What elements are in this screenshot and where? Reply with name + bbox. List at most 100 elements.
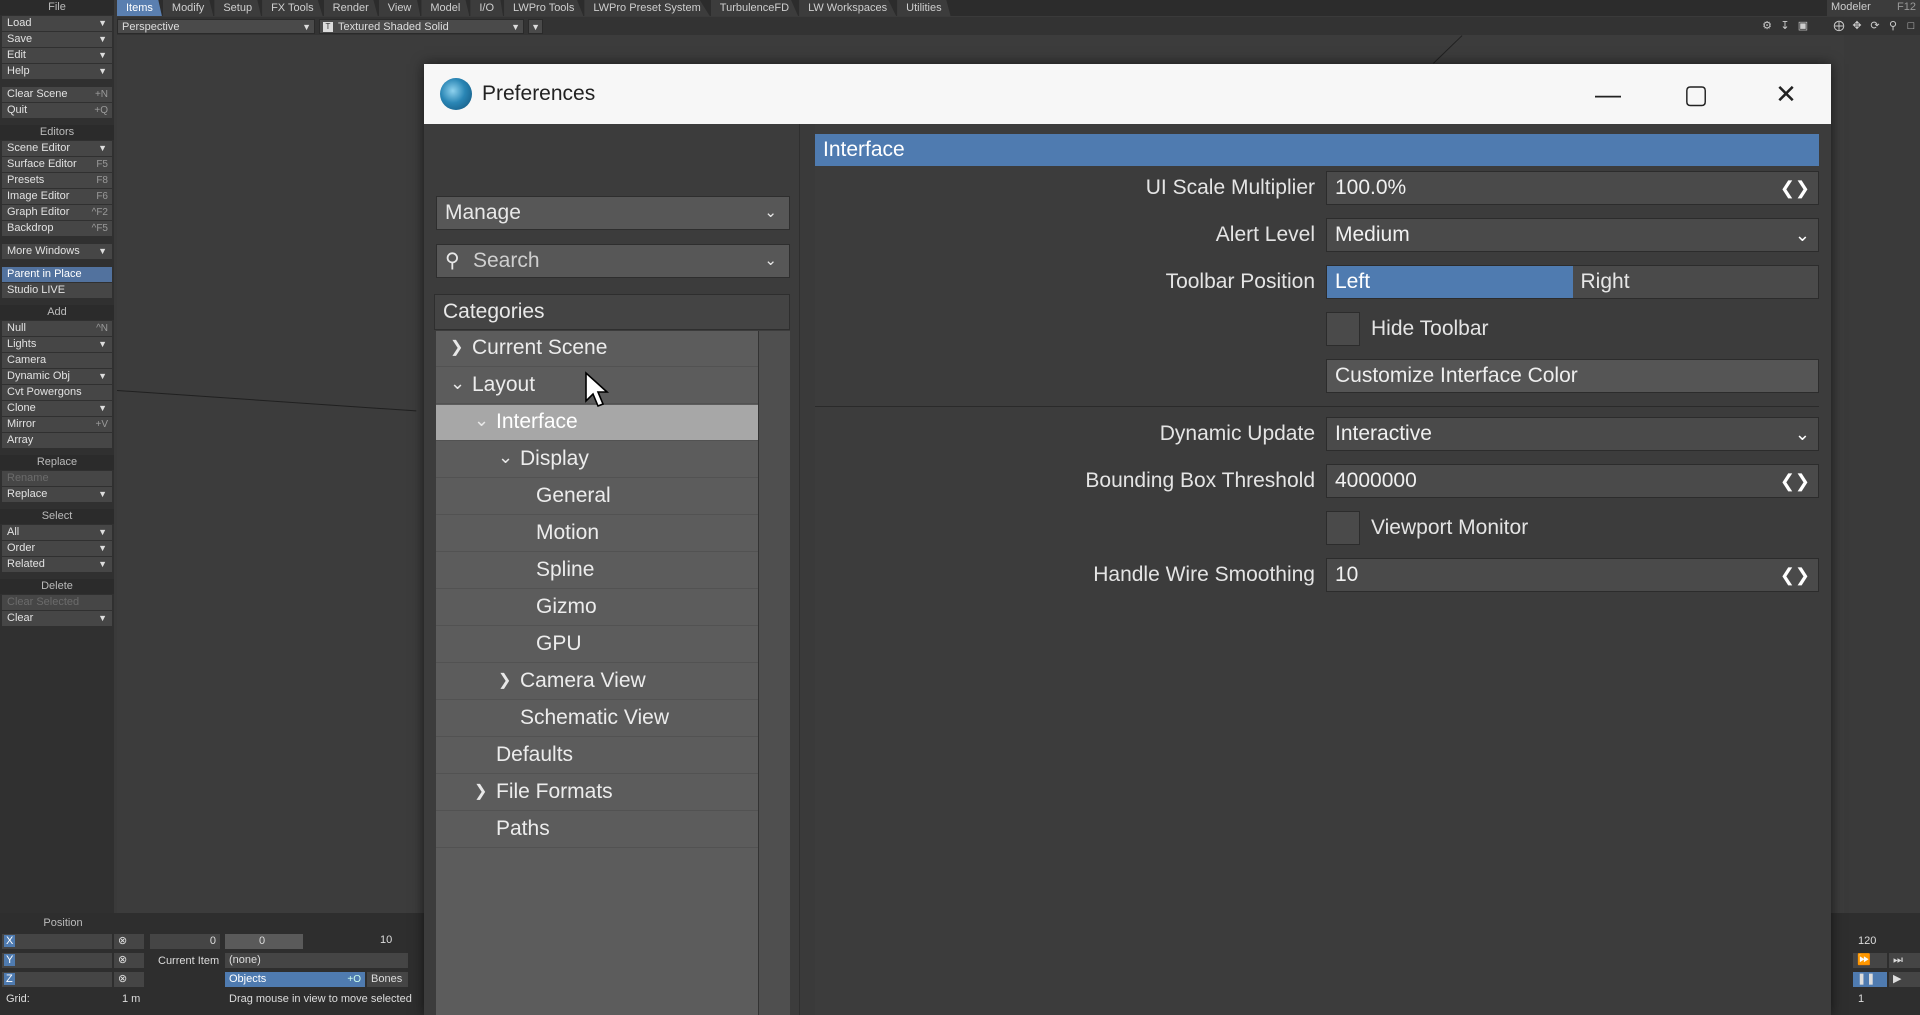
handle-wire-field[interactable]: 10 ❮❯ (1326, 558, 1819, 592)
save-button[interactable]: Save ▼ (2, 32, 112, 47)
z-reset-icon[interactable]: ⊗ (114, 972, 144, 987)
play-icon[interactable]: ▶ (1889, 972, 1920, 987)
clear-button[interactable]: Clear ▼ (2, 611, 112, 626)
minimize-icon[interactable]: — (1586, 74, 1630, 114)
alert-level-select[interactable]: Medium ⌄ (1326, 218, 1819, 252)
maximize-icon[interactable]: ▢ (1674, 74, 1718, 114)
dialog-titlebar[interactable]: Preferences — ▢ ✕ (424, 64, 1831, 124)
customize-color-button[interactable]: Customize Interface Color (1326, 359, 1819, 393)
tree-item-current-scene[interactable]: ❯ Current Scene (436, 331, 758, 367)
modeler-button[interactable]: Modeler F12 (1827, 0, 1920, 16)
dynamic-obj-button[interactable]: Dynamic Obj ▼ (2, 369, 112, 384)
tree-item-gizmo[interactable]: Gizmo (436, 590, 758, 626)
surface-editor-button[interactable]: Surface Editor F5 (2, 157, 112, 172)
tab-view[interactable]: View (378, 0, 421, 16)
tree-item-gpu[interactable]: GPU (436, 627, 758, 663)
load-button[interactable]: Load ▼ (2, 16, 112, 31)
image-editor-button[interactable]: Image Editor F6 (2, 189, 112, 204)
graph-editor-button[interactable]: Graph Editor ^F2 (2, 205, 112, 220)
array-button[interactable]: Array (2, 433, 112, 448)
chevron-right-icon[interactable]: ❯ (498, 664, 511, 698)
dynamic-update-select[interactable]: Interactive ⌄ (1326, 417, 1819, 451)
tree-scrollbar[interactable] (758, 331, 790, 1015)
tab-model[interactable]: Model (421, 0, 470, 16)
manage-select[interactable]: Manage ⌄ (436, 196, 790, 230)
tree-item-display[interactable]: ⌄ Display (436, 442, 758, 478)
scene-editor-button[interactable]: Scene Editor ▼ (2, 141, 112, 156)
x-reset-icon[interactable]: ⊗ (114, 934, 144, 949)
mirror-button[interactable]: Mirror +V (2, 417, 112, 432)
tab-render[interactable]: Render (323, 0, 378, 16)
toolbar-left-option[interactable]: Left (1327, 266, 1573, 298)
tree-item-schematic-view[interactable]: Schematic View (436, 701, 758, 737)
tab-modify[interactable]: Modify (162, 0, 214, 16)
select-all-button[interactable]: All ▼ (2, 525, 112, 540)
select-related-button[interactable]: Related ▼ (2, 557, 112, 572)
search-input[interactable]: ⚲ Search ⌄ (436, 244, 790, 278)
chevron-down-icon[interactable]: ⌄ (474, 403, 489, 437)
viewport-options-select[interactable]: ▼ (528, 18, 543, 34)
rotate-view-icon[interactable]: ⨁ (1830, 17, 1848, 35)
y-field[interactable]: Y (2, 953, 112, 968)
x-field[interactable]: X (2, 934, 112, 949)
tree-item-general[interactable]: General (436, 479, 758, 515)
tree-item-motion[interactable]: Motion (436, 516, 758, 552)
tree-item-file-formats[interactable]: ❯ File Formats (436, 775, 758, 811)
tab-turbulencefd[interactable]: TurbulenceFD (710, 0, 799, 16)
tab-lwpro-tools[interactable]: LWPro Tools (504, 0, 584, 16)
ui-scale-field[interactable]: 100.0% ❮❯ (1326, 171, 1819, 205)
toolbar-right-option[interactable]: Right (1572, 266, 1818, 298)
timeline-slider[interactable]: 0 (225, 934, 303, 949)
drag-arrows-icon[interactable]: ❮❯ (1780, 465, 1810, 497)
hide-toolbar-checkbox[interactable] (1326, 312, 1360, 346)
backdrop-button[interactable]: Backdrop ^F5 (2, 221, 112, 236)
y-reset-icon[interactable]: ⊗ (114, 953, 144, 968)
clear-scene-button[interactable]: Clear Scene +N (2, 87, 112, 102)
drag-arrows-icon[interactable]: ❮❯ (1780, 172, 1810, 204)
save-view-icon[interactable]: ↧ (1776, 17, 1794, 35)
z-field[interactable]: Z (2, 972, 112, 987)
parent-in-place-button[interactable]: Parent in Place (2, 267, 112, 282)
fast-forward-icon[interactable]: ⏩ (1853, 953, 1887, 968)
tab-items[interactable]: Items (117, 0, 162, 16)
chevron-down-icon[interactable]: ⌄ (450, 366, 465, 400)
view-type-select[interactable]: Perspective ▼ (117, 18, 315, 34)
chevron-down-icon[interactable]: ⌄ (498, 440, 513, 474)
bbox-threshold-field[interactable]: 4000000 ❮❯ (1326, 464, 1819, 498)
gear-icon[interactable]: ⚙ (1758, 17, 1776, 35)
maximize-icon[interactable]: ▣ (1794, 17, 1812, 35)
tree-item-camera-view[interactable]: ❯ Camera View (436, 664, 758, 700)
current-item-select[interactable]: (none) (225, 953, 408, 968)
chevron-right-icon[interactable]: ❯ (450, 331, 463, 365)
viewport-monitor-checkbox[interactable] (1326, 511, 1360, 545)
cvt-powergons-button[interactable]: Cvt Powergons (2, 385, 112, 400)
null-button[interactable]: Null ^N (2, 321, 112, 336)
select-order-button[interactable]: Order ▼ (2, 541, 112, 556)
replace-button[interactable]: Replace ▼ (2, 487, 112, 502)
drag-arrows-icon[interactable]: ❮❯ (1780, 559, 1810, 591)
objects-button[interactable]: Objects +O (225, 972, 365, 987)
tree-item-spline[interactable]: Spline (436, 553, 758, 589)
zoom-icon[interactable]: ⚲ (1884, 17, 1902, 35)
edit-button[interactable]: Edit ▼ (2, 48, 112, 63)
bones-button[interactable]: Bones (367, 972, 408, 987)
studio-live-button[interactable]: Studio LIVE (2, 283, 112, 298)
tab-utilities[interactable]: Utilities (897, 0, 951, 16)
tab-lwpro-preset-system[interactable]: LWPro Preset System (584, 0, 710, 16)
chevron-right-icon[interactable]: ❯ (474, 775, 487, 809)
presets-button[interactable]: Presets F8 (2, 173, 112, 188)
tab-fx-tools[interactable]: FX Tools (262, 0, 323, 16)
maximize-viewport-icon[interactable]: □ (1902, 17, 1920, 35)
clone-button[interactable]: Clone ▼ (2, 401, 112, 416)
tab-setup[interactable]: Setup (214, 0, 262, 16)
tab-i-o[interactable]: I/O (470, 0, 504, 16)
tab-lw-workspaces[interactable]: LW Workspaces (799, 0, 897, 16)
tree-item-defaults[interactable]: Defaults (436, 738, 758, 774)
tree-item-paths[interactable]: Paths (436, 812, 758, 848)
tree-item-interface[interactable]: ⌄ Interface (436, 405, 758, 441)
lights-button[interactable]: Lights ▼ (2, 337, 112, 352)
help-button[interactable]: Help ▼ (2, 64, 112, 79)
quit-button[interactable]: Quit +Q (2, 103, 112, 118)
pause-icon[interactable]: ❚❚ (1853, 972, 1887, 987)
panel-divider[interactable] (799, 124, 815, 1015)
